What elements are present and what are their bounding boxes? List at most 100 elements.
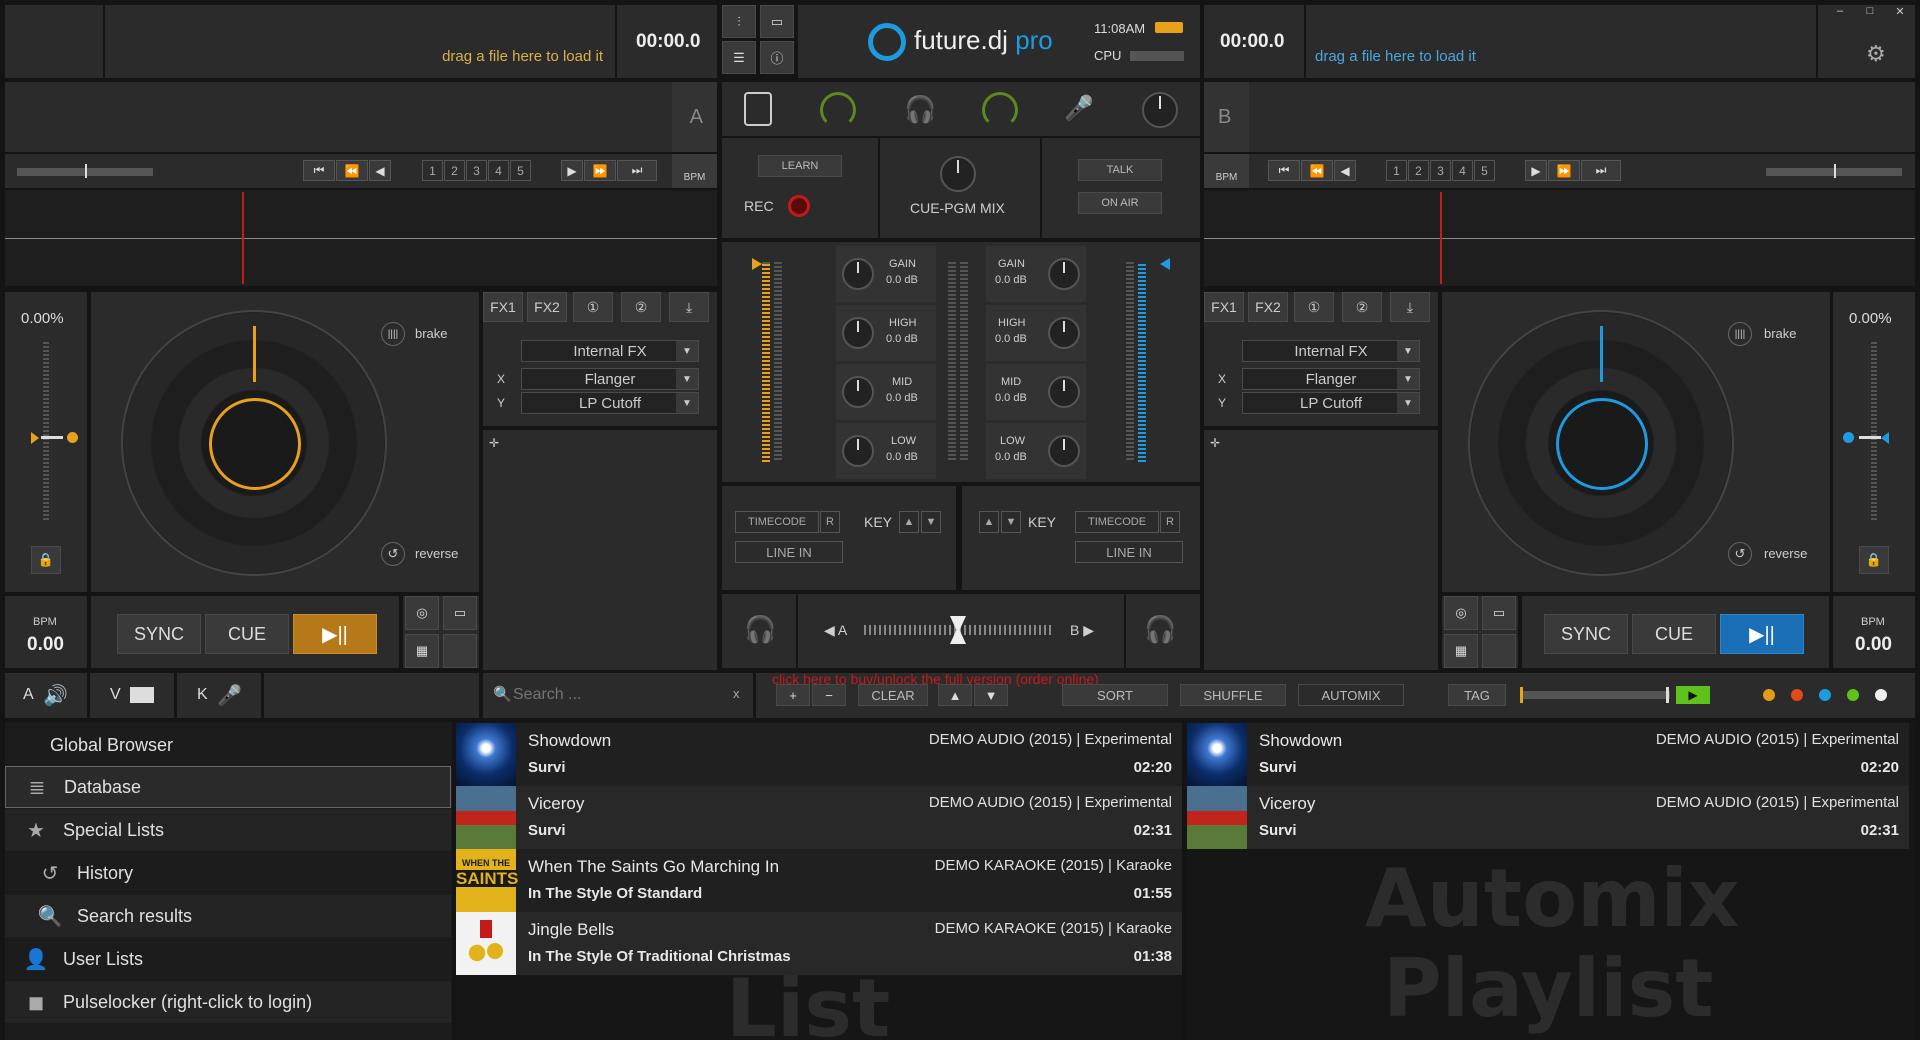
deck-b-pitch-reset[interactable] xyxy=(1843,432,1854,443)
deck-b-timecode-button[interactable]: TIMECODE xyxy=(1075,511,1159,533)
table-row[interactable]: Showdown Survi DEMO AUDIO (2015) | Exper… xyxy=(1187,723,1909,786)
deck-a-fx-slot-dropdown[interactable]: Internal FX ▼ xyxy=(521,340,699,362)
color-tag-white[interactable] xyxy=(1875,689,1887,701)
deck-b-headphone-cue[interactable]: 🎧 xyxy=(1126,594,1200,668)
master-volume-knob[interactable] xyxy=(820,92,856,128)
mixer-view-icon[interactable]: ⫶ xyxy=(722,5,756,38)
sidebar-item-pulselocker[interactable]: ◼ Pulselocker (right-click to login) xyxy=(5,981,451,1023)
table-row[interactable]: Viceroy Survi DEMO AUDIO (2015) | Experi… xyxy=(1187,786,1909,849)
deck-b-hotcue-1[interactable]: 1 xyxy=(1386,160,1407,181)
remove-button[interactable]: − xyxy=(812,684,846,706)
color-tag-red[interactable] xyxy=(1791,689,1803,701)
color-tag-green[interactable] xyxy=(1847,689,1859,701)
deck-b-fx-x-dropdown[interactable]: Flanger ▼ xyxy=(1242,368,1420,390)
deck-b-low-knob[interactable] xyxy=(1048,435,1080,467)
color-tag-blue[interactable] xyxy=(1819,689,1831,701)
deck-a-brake-icon[interactable]: |||| xyxy=(381,322,405,346)
deck-b-play-pause-button[interactable]: ▶|| xyxy=(1720,614,1804,654)
deck-b-hotcue-3[interactable]: 3 xyxy=(1430,160,1451,181)
deck-b-skip-start-button[interactable]: ⏮ xyxy=(1268,160,1300,181)
deck-b-pads-view-icon[interactable]: ▦ xyxy=(1444,634,1478,668)
deck-b-blank-view-icon[interactable] xyxy=(1482,634,1516,668)
deck-a-skip-end-button[interactable]: ⏭ xyxy=(617,160,657,181)
deck-a-hotcue-1[interactable]: 1 xyxy=(422,160,443,181)
deck-b-high-knob[interactable] xyxy=(1048,317,1080,349)
deck-a-headphone-cue[interactable]: 🎧 xyxy=(722,594,796,668)
deck-a-mid-knob[interactable] xyxy=(842,376,874,408)
deck-a-blank-view-icon[interactable] xyxy=(443,634,477,668)
deck-a-lock-icon[interactable]: 🔒 xyxy=(31,546,61,574)
deck-b-platter-view-icon[interactable]: ◎ xyxy=(1444,596,1478,630)
minimize-button[interactable]: – xyxy=(1825,5,1855,19)
microphone-icon[interactable]: 🎤 xyxy=(1064,94,1094,123)
deck-b-fx-y-dropdown[interactable]: LP Cutoff ▼ xyxy=(1242,392,1420,414)
deck-b-pitch-slider[interactable] xyxy=(1871,342,1877,522)
deck-b-hotcue-2[interactable]: 2 xyxy=(1408,160,1429,181)
deck-b-waveform[interactable] xyxy=(1204,190,1915,286)
settings-sliders-icon[interactable]: ☰ xyxy=(722,41,756,74)
deck-b-lock-icon[interactable]: 🔒 xyxy=(1859,546,1889,574)
sidebar-item-database[interactable]: ≣ Database xyxy=(5,766,451,808)
deck-a-hotcue-3[interactable]: 3 xyxy=(466,160,487,181)
deck-a-hotcue-5[interactable]: 5 xyxy=(510,160,531,181)
deck-b-brake-icon[interactable]: |||| xyxy=(1728,322,1752,346)
deck-a-hotcue-2[interactable]: 2 xyxy=(444,160,465,181)
deck-a-fx2-tab[interactable]: FX2 xyxy=(527,292,567,322)
record-button[interactable] xyxy=(788,195,810,217)
automix-play-icon[interactable]: ▶ xyxy=(1676,686,1710,704)
info-icon[interactable]: ⓘ xyxy=(760,41,794,74)
deck-b-reverse-icon[interactable]: ↺ xyxy=(1728,542,1752,566)
deck-a-fx-y-dropdown[interactable]: LP Cutoff ▼ xyxy=(521,392,699,414)
deck-b-fx1-tab[interactable]: FX1 xyxy=(1204,292,1244,322)
on-air-button[interactable]: ON AIR xyxy=(1078,192,1162,214)
sidebar-item-history[interactable]: ↺ History xyxy=(5,852,451,894)
deck-a-volume-handle[interactable] xyxy=(752,258,762,270)
layout-view-icon[interactable]: ▭ xyxy=(760,5,794,38)
deck-a-timecode-button[interactable]: TIMECODE xyxy=(735,511,819,533)
deck-a-fx-x-dropdown[interactable]: Flanger ▼ xyxy=(521,368,699,390)
deck-a-bpm-button[interactable]: BPM xyxy=(672,154,717,188)
gear-icon[interactable]: ⚙ xyxy=(1866,41,1886,67)
table-row[interactable]: Showdown Survi DEMO AUDIO (2015) | Exper… xyxy=(456,723,1182,786)
deck-b-volume-handle[interactable] xyxy=(1160,258,1170,270)
deck-a-low-knob[interactable] xyxy=(842,435,874,467)
deck-a-line-in-button[interactable]: LINE IN xyxy=(735,541,843,563)
deck-a-waveform[interactable] xyxy=(5,190,717,286)
deck-a-back-button[interactable]: ◀ xyxy=(369,160,391,181)
deck-a-rewind-button[interactable]: ⏪ xyxy=(336,160,368,181)
deck-b-sync-button[interactable]: SYNC xyxy=(1544,614,1628,654)
deck-a-cue-button[interactable]: CUE xyxy=(205,614,289,654)
clear-button[interactable]: CLEAR xyxy=(858,684,928,706)
deck-a-loop-2-icon[interactable]: ② xyxy=(621,292,661,322)
deck-b-download-icon[interactable]: ⤓ xyxy=(1390,292,1430,322)
deck-b-back-button[interactable]: ◀ xyxy=(1334,160,1356,181)
speaker-icon[interactable] xyxy=(744,92,772,126)
deck-b-bpm-button[interactable]: BPM xyxy=(1204,154,1249,188)
deck-b-key-down-button[interactable]: ▼ xyxy=(1001,511,1021,533)
table-row[interactable]: Jingle Bells In The Style Of Traditional… xyxy=(456,912,1182,975)
tab-karaoke[interactable]: K 🎤 xyxy=(177,673,261,718)
deck-b-jog-panel[interactable]: |||| brake ↺ reverse xyxy=(1442,292,1830,592)
deck-a-r-button[interactable]: R xyxy=(820,511,840,533)
deck-a-hotcue-4[interactable]: 4 xyxy=(488,160,509,181)
deck-a-play-pause-button[interactable]: ▶|| xyxy=(293,614,377,654)
deck-b-cue-button[interactable]: CUE xyxy=(1632,614,1716,654)
sidebar-item-search-results[interactable]: 🔍 Search results xyxy=(5,895,451,937)
deck-b-rewind-button[interactable]: ⏪ xyxy=(1301,160,1333,181)
mic-volume-knob[interactable] xyxy=(1142,92,1178,128)
maximize-button[interactable]: □ xyxy=(1855,5,1885,19)
talk-button[interactable]: TALK xyxy=(1078,159,1162,181)
deck-a-key-up-button[interactable]: ▲ xyxy=(899,511,919,533)
deck-b-track-info[interactable]: drag a file here to load it xyxy=(1306,5,1816,78)
learn-button[interactable]: LEARN xyxy=(758,155,842,177)
tab-audio[interactable]: A 🔊 xyxy=(5,673,87,718)
deck-b-hotcue-4[interactable]: 4 xyxy=(1452,160,1473,181)
deck-a-sync-button[interactable]: SYNC xyxy=(117,614,201,654)
deck-a-fx-pad[interactable]: ✛ xyxy=(483,430,717,670)
headphone-volume-knob[interactable] xyxy=(982,92,1018,128)
deck-a-video-view-icon[interactable]: ▭ xyxy=(443,596,477,630)
deck-a-fast-forward-button[interactable]: ⏩ xyxy=(584,160,616,181)
tag-button[interactable]: TAG xyxy=(1448,684,1506,706)
automix-transition-slider[interactable] xyxy=(1520,691,1670,699)
search-input[interactable] xyxy=(513,683,713,707)
